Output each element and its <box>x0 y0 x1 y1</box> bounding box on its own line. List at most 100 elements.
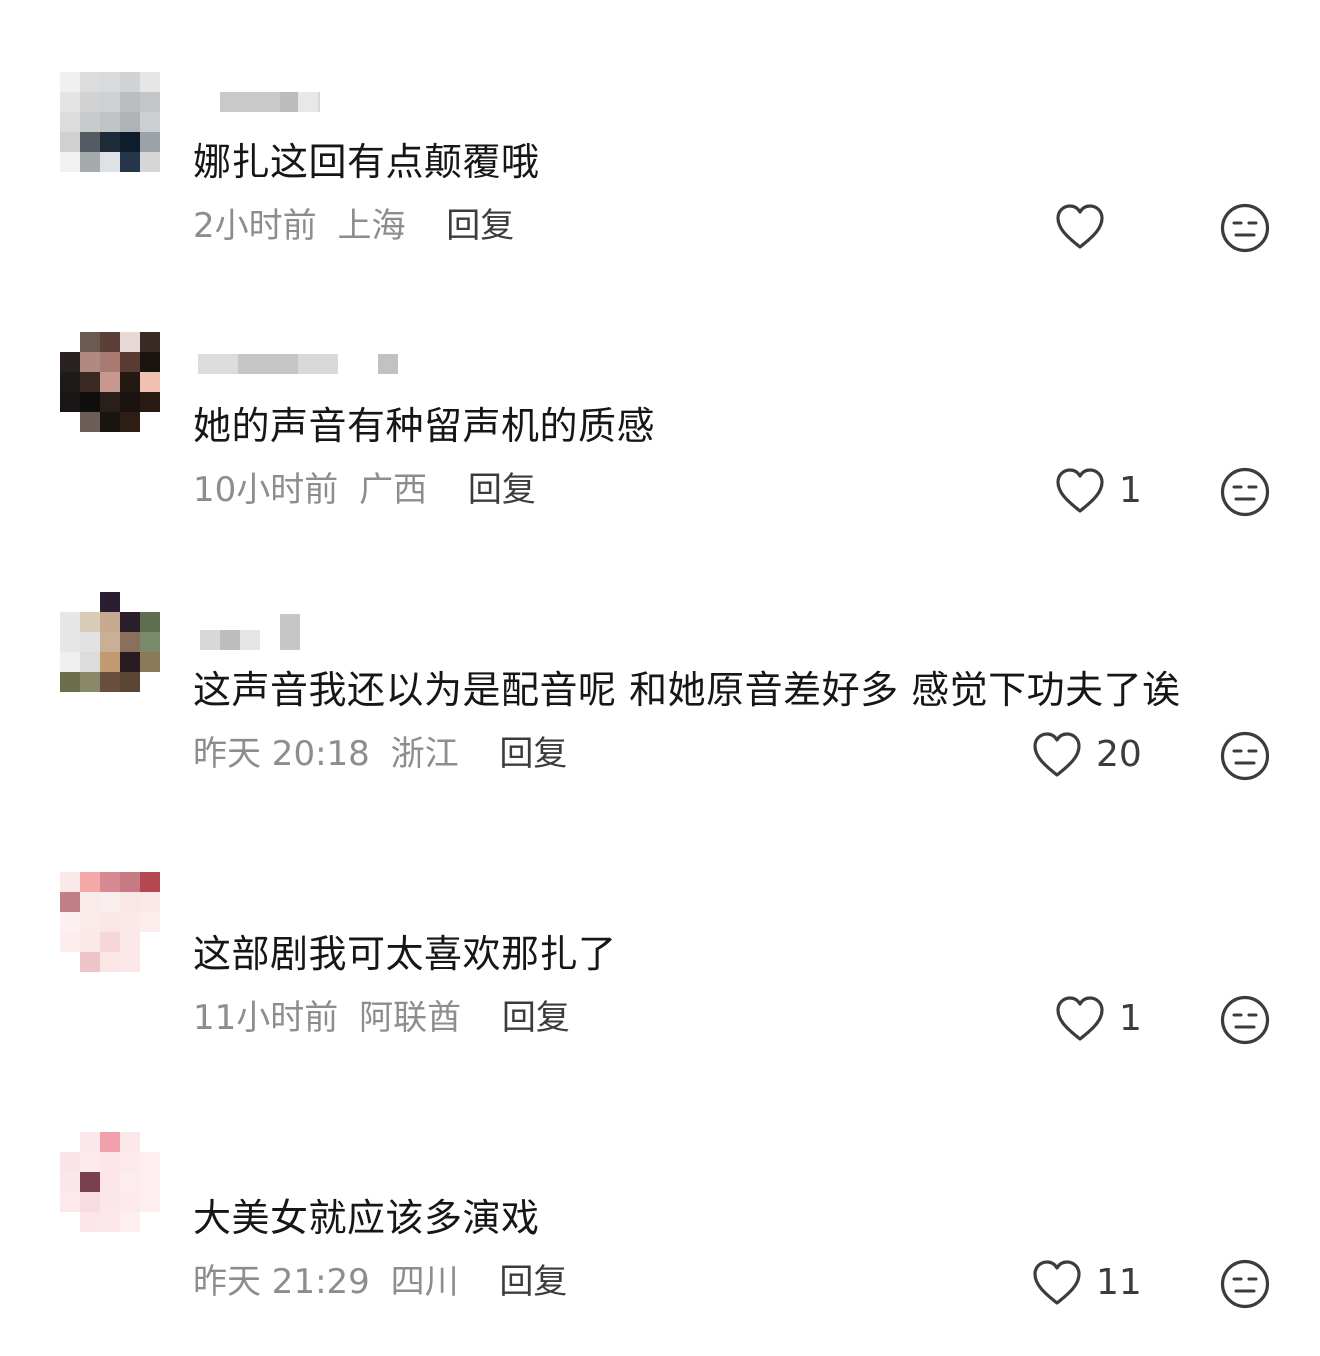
like-button[interactable]: 11 <box>1032 1259 1142 1307</box>
avatar-pixel <box>80 952 100 972</box>
dislike-button[interactable] <box>1220 731 1270 781</box>
avatar-pixel <box>60 1192 80 1212</box>
like-button[interactable]: 1 <box>1055 995 1142 1043</box>
comment-item: 她的声音有种留声机的质感 10小时前 广西 回复 1 <box>0 264 1320 528</box>
avatar[interactable] <box>60 592 160 692</box>
avatar-pixel <box>80 92 100 112</box>
avatar-pixel <box>140 112 160 132</box>
avatar-pixel <box>60 592 80 612</box>
comment-region: 上海 <box>337 206 406 246</box>
avatar-pixel <box>60 392 80 412</box>
avatar[interactable] <box>60 332 160 432</box>
avatar-pixel <box>120 1212 140 1232</box>
avatar-pixel <box>120 672 140 692</box>
avatar-pixel <box>140 372 160 392</box>
heart-outline-icon <box>1033 732 1081 777</box>
comment-item: 这声音我还以为是配音呢 和她原音差好多 感觉下功夫了诶 昨天 20:18 浙江 … <box>0 528 1320 792</box>
avatar-pixel <box>100 412 120 432</box>
like-button[interactable]: 1 <box>1055 467 1142 515</box>
comment-meta: 2小时前 上海 回复 <box>193 204 514 248</box>
avatar[interactable] <box>60 872 160 972</box>
avatar-pixel <box>120 412 140 432</box>
dislike-button[interactable] <box>1220 467 1270 517</box>
dislike-button[interactable] <box>1220 995 1270 1045</box>
avatar-pixel <box>140 92 160 112</box>
comment-item: 大美女就应该多演戏 昨天 21:29 四川 回复 11 <box>0 1056 1320 1320</box>
avatar-pixel <box>60 932 80 952</box>
avatar-pixel <box>100 132 120 152</box>
avatar-pixel <box>120 652 140 672</box>
avatar-pixel <box>140 1192 160 1212</box>
avatar-pixel <box>120 1132 140 1152</box>
avatar-pixel <box>100 1192 120 1212</box>
dislike-button[interactable] <box>1220 203 1270 253</box>
avatar[interactable] <box>60 1132 160 1232</box>
avatar-pixel <box>100 1172 120 1192</box>
avatar-pixel <box>100 632 120 652</box>
avatar-pixel <box>120 1172 140 1192</box>
avatar-pixel <box>100 352 120 372</box>
avatar-pixel <box>120 952 140 972</box>
avatar-pixel <box>60 1152 80 1172</box>
avatar-pixel <box>60 912 80 932</box>
avatar-pixel <box>80 392 100 412</box>
reply-button[interactable]: 回复 <box>502 998 570 1038</box>
comment-text: 这部剧我可太喜欢那扎了 <box>193 932 617 976</box>
avatar-pixel <box>60 1172 80 1192</box>
avatar-pixel <box>140 892 160 912</box>
avatar-pixel <box>60 112 80 132</box>
avatar-pixel <box>140 932 160 952</box>
like-button[interactable]: 20 <box>1032 731 1142 779</box>
comment-region: 浙江 <box>390 734 459 774</box>
avatar-pixel <box>120 932 140 952</box>
avatar-pixel <box>100 952 120 972</box>
avatar[interactable] <box>60 72 160 172</box>
avatar-pixel <box>140 72 160 92</box>
avatar-pixel <box>120 592 140 612</box>
avatar-pixel <box>60 132 80 152</box>
avatar-pixel <box>140 1132 160 1152</box>
comment-meta: 11小时前 阿联酋 回复 <box>193 996 570 1040</box>
meh-face-icon <box>1220 203 1270 253</box>
comment-meta: 昨天 20:18 浙江 回复 <box>193 732 567 776</box>
avatar-pixel <box>80 1212 100 1232</box>
avatar-pixel <box>120 352 140 372</box>
avatar-pixel <box>80 412 100 432</box>
avatar-pixel <box>120 372 140 392</box>
avatar-pixel <box>100 612 120 632</box>
comment-meta: 昨天 21:29 四川 回复 <box>193 1260 567 1304</box>
dislike-button[interactable] <box>1220 1259 1270 1309</box>
avatar-pixel <box>100 1152 120 1172</box>
avatar-pixel <box>60 892 80 912</box>
heart-outline-icon <box>1056 468 1104 513</box>
like-button[interactable] <box>1055 203 1119 251</box>
comment-item: 这部剧我可太喜欢那扎了 11小时前 阿联酋 回复 1 <box>0 792 1320 1056</box>
avatar-pixel <box>80 592 100 612</box>
avatar-pixel <box>100 152 120 172</box>
avatar-pixel <box>140 592 160 612</box>
reply-button[interactable]: 回复 <box>499 734 567 774</box>
avatar-pixel <box>100 372 120 392</box>
comment-time: 2小时前 <box>193 206 317 246</box>
reply-button[interactable]: 回复 <box>499 1262 567 1302</box>
avatar-pixel <box>120 132 140 152</box>
avatar-pixel <box>100 892 120 912</box>
avatar-pixel <box>140 412 160 432</box>
avatar-pixel <box>140 912 160 932</box>
avatar-pixel <box>80 152 100 172</box>
avatar-pixel <box>80 672 100 692</box>
reply-button[interactable]: 回复 <box>468 470 536 510</box>
avatar-pixel <box>120 92 140 112</box>
avatar-pixel <box>60 1132 80 1152</box>
avatar-pixel <box>60 1212 80 1232</box>
avatar-pixel <box>140 1152 160 1172</box>
reply-button[interactable]: 回复 <box>446 206 514 246</box>
avatar-pixel <box>60 652 80 672</box>
meh-face-icon <box>1220 1259 1270 1309</box>
avatar-pixel <box>120 892 140 912</box>
avatar-pixel <box>120 612 140 632</box>
heart-outline-icon <box>1033 1260 1081 1305</box>
avatar-pixel <box>140 952 160 972</box>
meh-face-icon <box>1220 995 1270 1045</box>
comment-item: 娜扎这回有点颠覆哦 2小时前 上海 回复 <box>0 0 1320 264</box>
